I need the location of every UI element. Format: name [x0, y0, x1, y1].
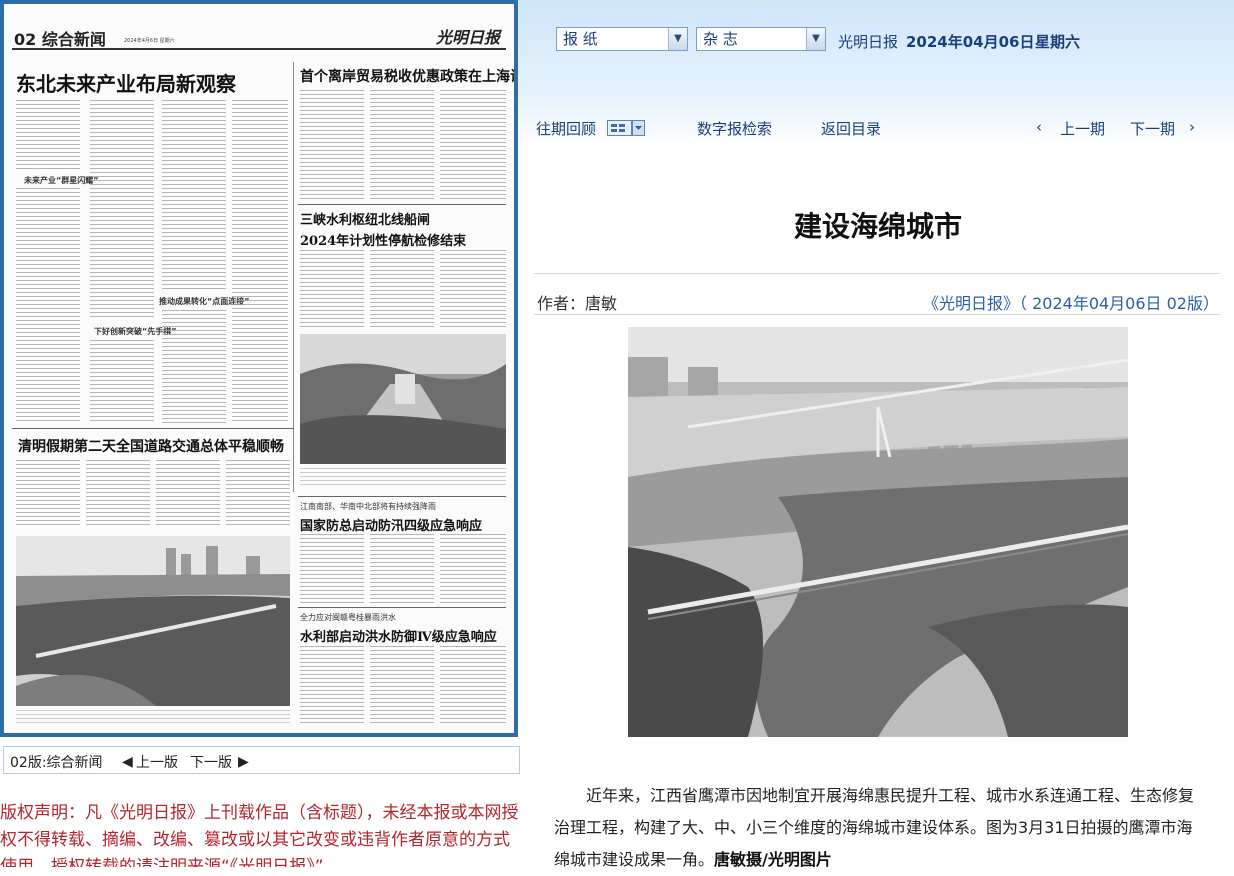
- headline-water-pre: 全力应对闽赣粤桂暴雨洪水: [300, 613, 396, 622]
- magazine-select[interactable]: 杂 志 ▼: [696, 27, 826, 51]
- issue-weekday: 星期六: [1035, 33, 1081, 51]
- text-column: [16, 188, 80, 423]
- chevron-left-icon[interactable]: ‹: [1036, 118, 1042, 136]
- photo-three-gorges: [300, 334, 506, 464]
- headline-offshore-trade[interactable]: 首个离岸贸易税收优惠政策在上海试点: [300, 66, 514, 86]
- photo-credit: 唐敏摄/光明图片: [714, 850, 832, 869]
- text-column: [370, 534, 434, 604]
- text-column: [440, 646, 506, 724]
- text-column: [162, 100, 226, 290]
- newspaper-page-image[interactable]: 02 综合新闻 2024年4月6日 星期六 光明日报 东北未来产业布局新观察 首…: [4, 4, 514, 733]
- article-body-text: 近年来，江西省鹰潭市因地制宜开展海绵惠民提升工程、城市水系连通工程、生态修复治理…: [554, 786, 1195, 869]
- page-label: 02 综合新闻: [14, 30, 106, 49]
- text-column: [440, 250, 506, 330]
- photo-caption-text: [16, 710, 290, 726]
- text-column: [440, 534, 506, 604]
- text-column: [16, 100, 80, 170]
- text-column: [300, 250, 364, 330]
- section-rule: [298, 204, 506, 205]
- text-column: [162, 310, 226, 424]
- search-link[interactable]: 数字报检索: [697, 118, 772, 139]
- chevron-right-icon[interactable]: ›: [1189, 118, 1195, 136]
- prev-issue-link[interactable]: 上一期: [1060, 118, 1105, 139]
- newspaper-logo: 光明日报: [435, 28, 500, 47]
- headline-flood[interactable]: 国家防总启动防汛四级应急响应: [300, 515, 482, 534]
- article-body: 近年来，江西省鹰潭市因地制宜开展海绵惠民提升工程、城市水系连通工程、生态修复治理…: [554, 780, 1194, 876]
- section-rule: [298, 496, 506, 497]
- page-navigator: 02版:综合新闻 ◀ 上一版 下一版 ▶: [3, 746, 520, 774]
- photo-sponge-city-thumb: [16, 536, 290, 706]
- text-column: [300, 646, 364, 724]
- newspaper-select-value: 报 纸: [563, 30, 598, 48]
- next-page-link[interactable]: 下一版: [190, 752, 232, 772]
- article-source-link[interactable]: 《光明日报》（ 2024年04月06日 02版）: [923, 290, 1219, 314]
- headline-three-gorges[interactable]: 三峡水利枢纽北线船闸: [300, 209, 430, 228]
- text-column: [370, 646, 434, 724]
- text-column: [90, 340, 154, 424]
- back-to-index-link[interactable]: 返回目录: [821, 118, 881, 139]
- newspaper-select[interactable]: 报 纸 ▼: [556, 27, 688, 51]
- photo-caption-text: [300, 468, 506, 488]
- archive-link[interactable]: 往期回顾: [536, 118, 596, 139]
- text-column: [86, 460, 150, 526]
- masthead-rule: [12, 48, 506, 50]
- chevron-down-icon[interactable]: ▼: [806, 28, 825, 50]
- text-column: [440, 90, 506, 200]
- chevron-down-icon[interactable]: ▼: [668, 28, 687, 50]
- prev-page-link[interactable]: 上一版: [136, 752, 178, 772]
- meta-separator: [534, 314, 1220, 315]
- section-rule: [298, 607, 506, 608]
- text-column: [90, 100, 154, 320]
- prev-page-icon[interactable]: ◀: [122, 754, 133, 770]
- headline-traffic[interactable]: 清明假期第二天全国道路交通总体平稳顺畅: [18, 436, 284, 456]
- text-column: [370, 250, 434, 330]
- newspaper-page-frame: 02 综合新闻 2024年4月6日 星期六 光明日报 东北未来产业布局新观察 首…: [0, 0, 518, 737]
- text-column: [300, 90, 364, 200]
- text-column: [16, 460, 80, 526]
- text-column: [232, 100, 288, 424]
- next-page-icon[interactable]: ▶: [238, 754, 249, 770]
- article-title: 建设海绵城市: [793, 210, 962, 243]
- text-column: [370, 90, 434, 200]
- page-date: 2024年4月6日 星期六: [124, 38, 175, 44]
- calendar-icon[interactable]: [607, 120, 645, 136]
- issue-date: 2024年04月06日: [906, 33, 1035, 51]
- text-column: [226, 460, 290, 526]
- article-photo: [628, 327, 1128, 737]
- title-separator: [534, 273, 1220, 274]
- next-issue-link[interactable]: 下一期: [1130, 118, 1175, 139]
- paper-name: 光明日报: [838, 33, 899, 51]
- section-rule: [12, 428, 294, 429]
- headline-northeast[interactable]: 东北未来产业布局新观察: [16, 68, 236, 97]
- headline-water-ministry[interactable]: 水利部启动洪水防御Ⅳ级应急响应: [300, 626, 497, 645]
- headline-three-gorges-sub[interactable]: 2024年计划性停航检修结束: [300, 230, 466, 249]
- text-column: [156, 460, 220, 526]
- headline-flood-pre: 江南南部、华南中北部将有持续强降雨: [300, 502, 436, 511]
- subhead-future: 未来产业“群星闪耀”: [24, 176, 99, 185]
- current-page-label: 02版:综合新闻: [10, 755, 103, 771]
- copyright-notice: 版权声明：凡《光明日报》上刊载作品（含标题），未经本报或本网授权不得转载、摘编、…: [0, 803, 519, 867]
- article-author: 作者：唐敏: [537, 294, 618, 313]
- magazine-select-value: 杂 志: [703, 30, 738, 48]
- text-column: [300, 534, 364, 604]
